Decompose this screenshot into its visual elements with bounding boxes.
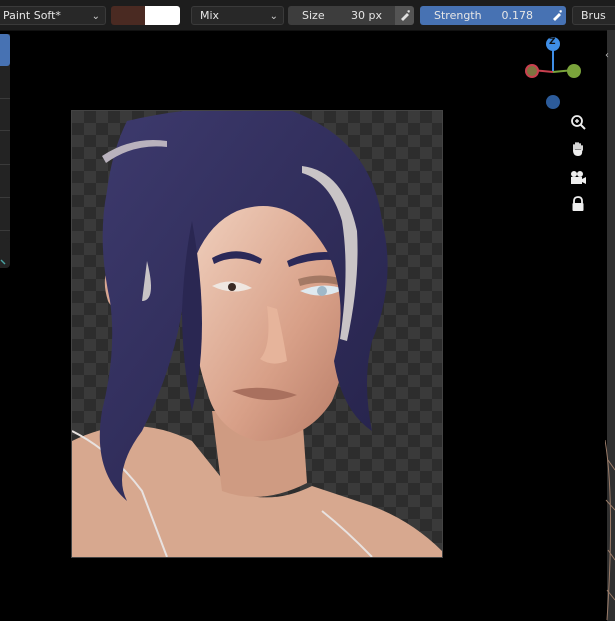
strength-label: Strength bbox=[434, 9, 482, 22]
brush-name: Paint Soft* bbox=[3, 9, 61, 22]
hand-icon[interactable] bbox=[566, 137, 590, 161]
tool-settings-header: Paint Soft* ⌄ Mix ⌄ Size 30 px Strength … bbox=[0, 0, 615, 31]
viewport-wireframe-edge bbox=[605, 440, 615, 620]
pen-pressure-icon bbox=[401, 10, 410, 21]
left-toolbar bbox=[0, 34, 10, 264]
blend-mode-value: Mix bbox=[200, 9, 220, 22]
brush-selector[interactable]: Paint Soft* ⌄ bbox=[0, 6, 106, 25]
strength-pressure-toggle[interactable] bbox=[547, 6, 566, 25]
left-tool-extra-button[interactable] bbox=[0, 238, 10, 268]
size-pressure-toggle[interactable] bbox=[395, 6, 414, 25]
secondary-color-swatch[interactable] bbox=[145, 6, 180, 25]
blend-mode-dropdown[interactable]: Mix ⌄ bbox=[191, 6, 284, 25]
strength-field[interactable]: Strength 0.178 bbox=[420, 6, 547, 25]
annotate-icon bbox=[0, 259, 6, 265]
chevron-down-icon: ⌄ bbox=[91, 11, 100, 22]
toolbar-divider bbox=[0, 197, 10, 198]
size-label: Size bbox=[302, 9, 325, 22]
chevron-down-icon: ⌄ bbox=[269, 11, 278, 22]
active-tool-button[interactable] bbox=[0, 34, 10, 66]
toolbar-divider bbox=[0, 164, 10, 165]
size-field[interactable]: Size 30 px bbox=[288, 6, 395, 25]
camera-icon[interactable] bbox=[566, 166, 590, 190]
chevron-left-icon[interactable]: ‹ bbox=[605, 50, 609, 61]
pen-pressure-icon bbox=[553, 10, 562, 21]
toolbar-divider bbox=[0, 98, 10, 99]
z-axis-label: Z bbox=[549, 37, 556, 47]
strength-value: 0.178 bbox=[501, 9, 534, 22]
toolbar-divider bbox=[0, 230, 10, 231]
image-canvas[interactable] bbox=[71, 110, 443, 558]
brush-menu-label: Brus bbox=[581, 9, 606, 22]
zoom-icon[interactable] bbox=[566, 110, 590, 134]
painted-portrait bbox=[72, 111, 442, 557]
lock-icon[interactable] bbox=[566, 192, 590, 216]
primary-color-swatch[interactable] bbox=[111, 6, 145, 25]
toolbar-divider bbox=[0, 130, 10, 131]
size-value: 30 px bbox=[351, 9, 382, 22]
brush-menu[interactable]: Brus bbox=[572, 6, 615, 25]
navigation-gizmo[interactable]: Z bbox=[520, 34, 590, 109]
